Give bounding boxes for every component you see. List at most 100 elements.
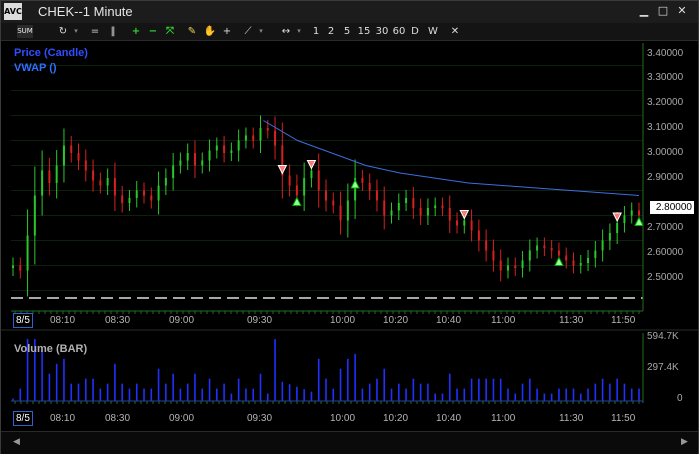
candle-body [397,203,400,211]
candle-body [332,200,335,206]
candle-body [339,205,342,221]
candle-body [492,250,495,261]
buy-marker [292,196,302,206]
candle-body [201,160,204,166]
zoom-out-icon[interactable]: − [147,23,159,40]
volume-bar [550,393,553,401]
candle-body [266,128,269,131]
candle-body [587,258,590,263]
parallel-icon[interactable]: ‖ [107,23,119,40]
volume-bar [114,363,116,401]
volume-bar [485,378,487,401]
volume-bar [55,363,58,401]
volume-bar [186,383,189,401]
interval-1-button[interactable]: 1 [311,23,321,40]
volume-bar [288,384,291,401]
scroll-right-icon[interactable]: ▶ [681,436,688,447]
volume-bar [434,393,436,401]
volume-bar [419,383,422,401]
toolbar-close-icon[interactable]: ✕ [449,23,461,40]
volume-bar [368,383,371,401]
volume-bar [514,393,517,401]
volume-bar [92,378,94,401]
candle-body [150,195,153,201]
legend-vwap: VWAP () [14,62,57,74]
sell-marker [277,165,288,175]
candle-body [506,265,509,271]
volume-bar [448,373,451,401]
interval-60-button[interactable]: 60 [392,23,406,40]
time-label: 10:00 [330,315,356,326]
volume-bar [274,339,276,401]
interval-day-button[interactable]: D [410,23,420,40]
interval-5-button[interactable]: 5 [342,23,352,40]
horizontal-scrollbar[interactable]: ◀ ▶ [1,431,698,454]
interval-week-button[interactable]: W [427,23,439,40]
scroll-left-icon[interactable]: ◀ [13,436,20,447]
refresh-dropdown-icon[interactable]: ▾ [72,23,80,40]
volume-bar [499,378,502,401]
candle-body [594,250,597,258]
volume-bar [507,388,509,401]
candle-body [616,223,619,233]
volume-bar [390,388,393,401]
volume-bar [638,388,640,401]
interval-2-button[interactable]: 2 [326,23,336,40]
candle-body [325,190,327,201]
date-label-bottom: 8/5 [13,411,33,426]
time-label: 11:50 [611,413,636,424]
volume-bar [237,378,240,401]
chart-canvas[interactable] [1,41,698,431]
date-label-top: 8/5 [13,313,33,328]
candle-body [106,178,109,186]
draw-pen-icon[interactable]: ✎ [185,23,199,40]
volume-bar [579,393,582,401]
volume-bar [208,378,211,401]
sell-marker [612,212,622,223]
maximize-icon[interactable]: □ [657,5,669,17]
equals-icon[interactable]: = [89,23,101,40]
time-label: 09:30 [247,315,273,326]
time-label: 11:30 [559,315,584,326]
time-label: 10:20 [383,413,409,424]
time-label: 09:00 [169,413,195,424]
volume-bar [397,383,400,401]
trendline-icon[interactable]: ⟋ [241,23,255,40]
volume-bar [230,393,233,401]
volume-bar [99,388,102,401]
price-tick: 2.70000 [647,222,684,233]
candle-body [215,145,218,151]
horizontal-scroll-icon[interactable]: ↔ [279,23,293,40]
close-icon[interactable]: ✕ [676,5,688,17]
sum-button[interactable]: SUM [17,25,33,38]
candle-body [26,235,29,271]
interval-30-button[interactable]: 30 [375,23,389,40]
sell-marker [459,210,470,220]
zoom-in-icon[interactable]: + [130,23,142,40]
volume-bar [601,378,604,401]
time-label: 10:00 [330,413,356,424]
candle-body [565,255,568,261]
scroll-dropdown-icon[interactable]: ▾ [295,23,303,40]
time-label: 11:00 [491,413,516,424]
price-tick: 2.60000 [647,247,684,258]
refresh-icon[interactable]: ↻ [56,23,70,40]
volume-bar [594,383,597,401]
trendline-dropdown-icon[interactable]: ▾ [257,23,265,40]
time-label: 10:20 [383,315,409,326]
fit-icon[interactable]: ⤧ [164,23,176,40]
candles [12,115,640,297]
interval-15-button[interactable]: 15 [357,23,371,40]
legend-price-candle: Price (Candle) [14,47,88,59]
candle-body [310,170,313,178]
hand-icon[interactable]: ✋ [203,23,217,40]
crosshair-icon[interactable]: + [221,23,233,40]
price-tick: 3.10000 [647,122,684,133]
minimize-icon[interactable]: ▁ [638,5,650,17]
volume-tick: 297.4K [647,362,679,373]
candle-body [244,135,247,141]
candle-body [84,160,87,171]
candle-body [121,195,124,203]
volume-bar [281,381,284,401]
candle-body [172,165,175,178]
